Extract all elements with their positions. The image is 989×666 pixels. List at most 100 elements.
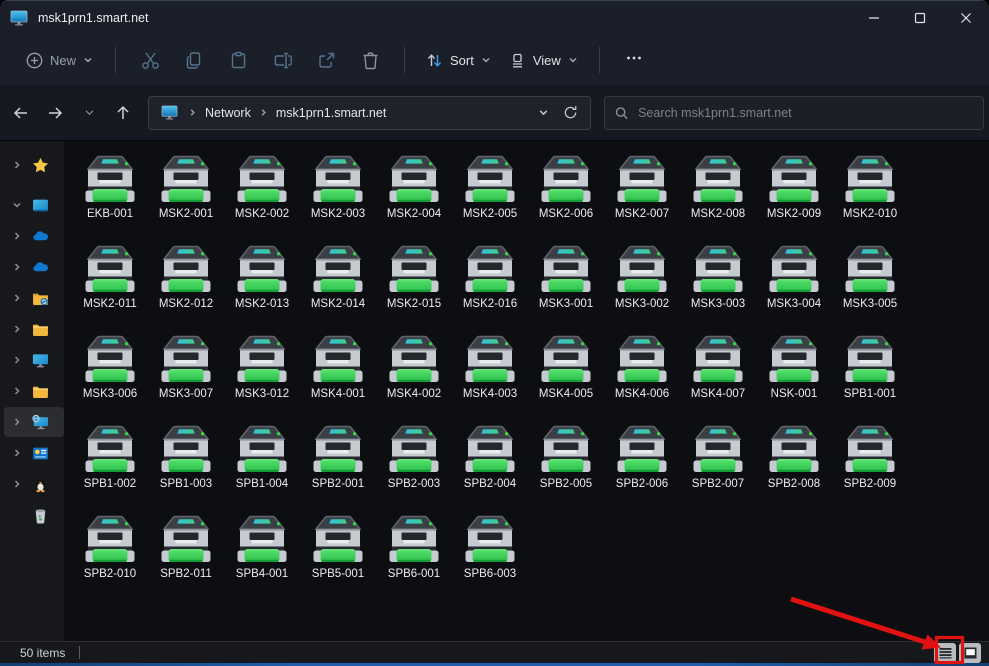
printer-item[interactable]: MSK3-004 [756,241,832,331]
printer-item[interactable]: SPB6-003 [452,511,528,601]
sidebar-item-synced-folder[interactable] [0,283,64,313]
printer-item[interactable]: MSK4-007 [680,331,756,421]
printer-item[interactable]: MSK4-002 [376,331,452,421]
printer-item[interactable]: SPB2-001 [300,421,376,511]
sidebar-item-desktop[interactable] [0,190,64,220]
chevron-right-icon[interactable] [12,160,22,170]
printer-item[interactable]: SPB2-010 [72,511,148,601]
rename-button[interactable] [260,42,304,78]
printer-item[interactable]: MSK2-007 [604,151,680,241]
printer-item[interactable]: SPB2-011 [148,511,224,601]
chevron-right-icon[interactable] [12,262,22,272]
printer-item[interactable]: MSK3-003 [680,241,756,331]
printer-item[interactable]: MSK2-009 [756,151,832,241]
printer-item[interactable]: SPB5-001 [300,511,376,601]
printer-item[interactable]: MSK2-001 [148,151,224,241]
maximize-button[interactable] [897,1,943,35]
printer-item[interactable]: SPB2-006 [604,421,680,511]
share-button[interactable] [304,42,348,78]
printer-item[interactable]: NSK-001 [756,331,832,421]
paste-button[interactable] [216,42,260,78]
printer-item[interactable]: MSK2-014 [300,241,376,331]
printer-item[interactable]: MSK2-015 [376,241,452,331]
printer-item[interactable]: MSK3-001 [528,241,604,331]
printer-item[interactable]: SPB6-001 [376,511,452,601]
printer-item[interactable]: MSK2-011 [72,241,148,331]
printer-item[interactable]: SPB1-003 [148,421,224,511]
sidebar-item-onedrive-1[interactable] [0,221,64,251]
printer-label: SPB4-001 [236,568,288,580]
printer-item[interactable]: MSK3-007 [148,331,224,421]
printer-item[interactable]: MSK2-002 [224,151,300,241]
see-more-button[interactable] [612,44,656,77]
sidebar-item-folder-1[interactable] [0,314,64,344]
chevron-right-icon[interactable] [12,231,22,241]
printer-item[interactable]: SPB2-005 [528,421,604,511]
delete-button[interactable] [348,42,392,78]
copy-button[interactable] [172,42,216,78]
close-button[interactable] [943,1,989,35]
chevron-right-icon[interactable] [12,386,22,396]
view-button[interactable]: View [500,46,587,75]
printer-item[interactable]: MSK2-003 [300,151,376,241]
sidebar-item-recycle-bin[interactable] [0,500,64,530]
printer-item[interactable]: MSK4-003 [452,331,528,421]
printer-item[interactable]: SPB2-004 [452,421,528,511]
sort-button[interactable]: Sort [417,46,500,75]
breadcrumb-current[interactable]: msk1prn1.smart.net [274,103,388,123]
address-bar[interactable]: Network msk1prn1.smart.net [148,96,591,130]
up-button[interactable] [106,96,140,130]
printer-item[interactable]: MSK2-006 [528,151,604,241]
new-button[interactable]: New [16,46,103,75]
sidebar-item-network[interactable] [4,407,64,437]
printer-item[interactable]: SPB1-004 [224,421,300,511]
chevron-right-icon[interactable] [12,324,22,334]
chevron-right-icon[interactable] [12,448,22,458]
sidebar-item-folder-2[interactable] [0,376,64,406]
printer-item[interactable]: MSK3-005 [832,241,908,331]
sidebar-item-favorites[interactable] [0,150,64,180]
chevron-right-icon[interactable] [12,417,22,427]
printer-item[interactable]: MSK3-012 [224,331,300,421]
chevron-down-icon[interactable] [12,200,22,210]
printer-item[interactable]: MSK3-002 [604,241,680,331]
large-thumbnails-view-button[interactable] [959,643,981,663]
printer-item[interactable]: MSK2-016 [452,241,528,331]
recent-locations-button[interactable] [72,96,106,130]
back-button[interactable] [4,96,38,130]
printer-item[interactable]: MSK4-001 [300,331,376,421]
printer-item[interactable]: SPB4-001 [224,511,300,601]
printer-item[interactable]: SPB2-003 [376,421,452,511]
printer-item[interactable]: MSK4-006 [604,331,680,421]
printer-item[interactable]: SPB1-001 [832,331,908,421]
printer-item[interactable]: MSK2-012 [148,241,224,331]
printer-item[interactable]: SPB2-007 [680,421,756,511]
sidebar-item-linux[interactable] [0,469,64,499]
chevron-right-icon[interactable] [12,355,22,365]
printer-item[interactable]: MSK3-006 [72,331,148,421]
printer-item[interactable]: MSK2-010 [832,151,908,241]
chevron-right-icon[interactable] [12,293,22,303]
printer-item[interactable]: MSK2-008 [680,151,756,241]
search-box[interactable] [604,96,984,130]
printer-item[interactable]: MSK2-005 [452,151,528,241]
forward-button[interactable] [38,96,72,130]
sidebar-item-onedrive-2[interactable] [0,252,64,282]
printer-item[interactable]: MSK2-013 [224,241,300,331]
search-input[interactable] [638,106,973,120]
cut-button[interactable] [128,42,172,78]
printer-item[interactable]: MSK2-004 [376,151,452,241]
sidebar-item-control-panel[interactable] [0,438,64,468]
details-view-button[interactable] [934,643,956,663]
breadcrumb-network[interactable]: Network [203,103,253,123]
printer-item[interactable]: SPB2-009 [832,421,908,511]
sidebar-item-this-pc[interactable] [0,345,64,375]
printer-item[interactable]: EKB-001 [72,151,148,241]
refresh-icon[interactable] [563,105,578,120]
address-dropdown-icon[interactable] [538,107,549,118]
printer-item[interactable]: SPB2-008 [756,421,832,511]
chevron-right-icon[interactable] [12,479,22,489]
printer-item[interactable]: SPB1-002 [72,421,148,511]
printer-item[interactable]: MSK4-005 [528,331,604,421]
minimize-button[interactable] [851,1,897,35]
